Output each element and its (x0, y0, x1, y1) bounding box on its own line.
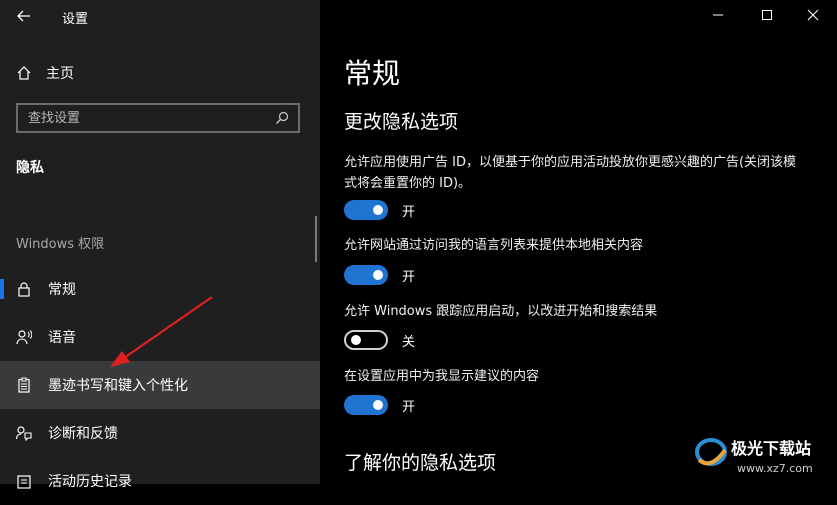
home-link[interactable]: 主页 (16, 62, 74, 84)
group-title: Windows 权限 (16, 237, 105, 252)
history-icon (16, 473, 32, 489)
minimize-icon[interactable] (703, 4, 733, 26)
sidebar-item-label: 常规 (48, 282, 76, 298)
app-launch-tracking-toggle[interactable] (344, 330, 388, 350)
setting-language-desc: 允许网站通过访问我的语言列表来提供本地相关内容 (344, 238, 644, 253)
sidebar-item-label: 诊断和反馈 (48, 426, 118, 442)
setting-language-row: 开 (344, 265, 415, 285)
toggle-state-label: 开 (402, 204, 416, 220)
watermark-logo: 极光下载站 www.xz7.com (695, 438, 813, 475)
svg-text:www.xz7.com: www.xz7.com (737, 462, 813, 475)
feedback-icon (16, 425, 32, 441)
setting-suggested-content-desc: 在设置应用中为我显示建议的内容 (344, 369, 540, 384)
toggle-knob (373, 205, 383, 215)
toggle-knob (373, 270, 383, 280)
sidebar: 设置 主页 隐私 Windows 权限 常规 语音 墨迹书写和键入个性化 (0, 0, 320, 490)
voice-icon (16, 329, 32, 345)
setting-ad-id-row: 开 (344, 200, 415, 220)
close-icon[interactable] (798, 4, 828, 26)
toggle-state-label: 开 (402, 269, 416, 285)
toggle-knob (373, 400, 383, 410)
setting-app-launch-desc: 允许 Windows 跟踪应用启动，以改进开始和搜索结果 (344, 304, 658, 319)
sidebar-item-label: 墨迹书写和键入个性化 (48, 378, 188, 394)
toggle-knob (351, 335, 361, 345)
search-box[interactable] (16, 103, 300, 133)
sidebar-item-activity-history[interactable]: 活动历史记录 (0, 457, 320, 505)
ad-id-toggle[interactable] (344, 200, 388, 220)
setting-ad-id-desc: 允许应用使用广告 ID，以便基于你的应用活动投放你更感兴趣的广告(关闭该模式将会… (344, 155, 797, 191)
page-title: 常规 (344, 57, 401, 90)
setting-app-launch-row: 关 (344, 330, 415, 350)
sidebar-item-inking-typing[interactable]: 墨迹书写和键入个性化 (0, 361, 320, 409)
app-title: 设置 (62, 12, 89, 27)
back-arrow-icon[interactable] (14, 6, 34, 26)
selected-indicator (0, 279, 4, 299)
sidebar-item-general[interactable]: 常规 (0, 265, 320, 313)
sidebar-item-diagnostics[interactable]: 诊断和反馈 (0, 409, 320, 457)
section-title: 隐私 (16, 160, 44, 176)
sidebar-item-label: 活动历史记录 (48, 474, 132, 490)
home-label: 主页 (46, 66, 74, 82)
toggle-state-label: 关 (402, 334, 416, 350)
clipboard-icon (16, 377, 32, 393)
search-icon[interactable] (274, 110, 290, 126)
sidebar-item-voice[interactable]: 语音 (0, 313, 320, 361)
learn-privacy-heading: 了解你的隐私选项 (344, 452, 497, 474)
setting-suggested-content-row: 开 (344, 395, 415, 415)
toggle-state-label: 开 (402, 399, 416, 415)
watermark: 极光下载站 www.xz7.com (689, 430, 829, 480)
section-heading: 更改隐私选项 (344, 111, 459, 133)
scrollbar[interactable] (315, 216, 317, 262)
search-input[interactable] (28, 110, 258, 126)
lock-icon (16, 281, 32, 297)
sidebar-item-label: 语音 (48, 330, 76, 346)
svg-text:极光下载站: 极光下载站 (731, 439, 811, 458)
suggested-content-toggle[interactable] (344, 395, 388, 415)
language-list-toggle[interactable] (344, 265, 388, 285)
home-icon (16, 65, 32, 81)
maximize-icon[interactable] (752, 4, 782, 26)
main-content: 常规 更改隐私选项 允许应用使用广告 ID，以便基于你的应用活动投放你更感兴趣的… (320, 0, 837, 484)
